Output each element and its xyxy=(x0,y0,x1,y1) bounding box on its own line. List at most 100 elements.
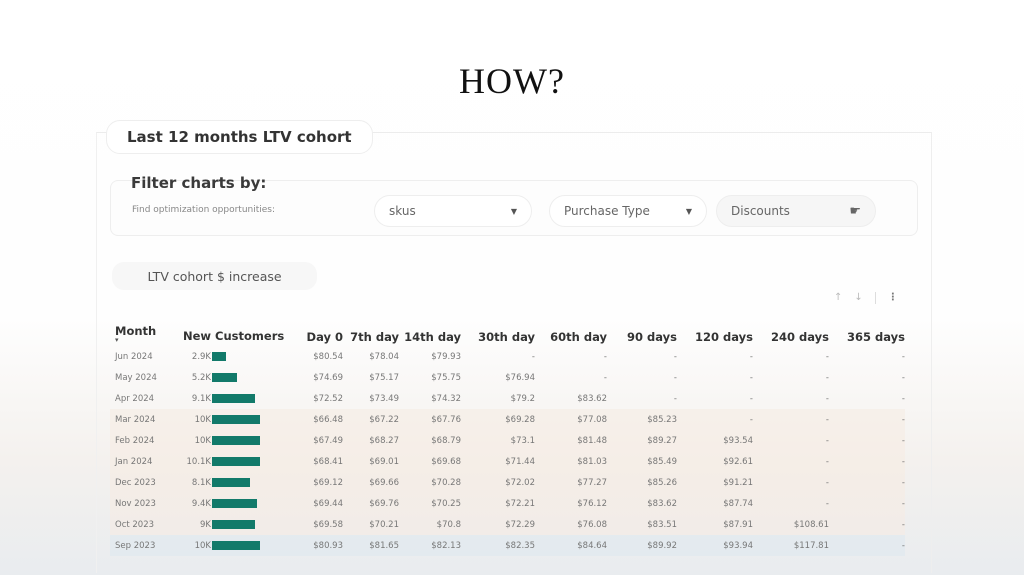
cell-ltv-value: $69.28 xyxy=(505,414,535,425)
new-customers-bar xyxy=(212,373,237,382)
table-row: May 2024 5.2K $74.69 $75.17 $75.75 $76.94 - - - -… xyxy=(110,367,905,388)
chevron-down-icon: ▼ xyxy=(510,206,517,216)
new-customers-value: 5.2K xyxy=(191,372,211,383)
cell-ltv-value: $70.25 xyxy=(431,498,461,509)
new-customers-value: 10.1K xyxy=(186,456,212,467)
cell-new-customers: 9K xyxy=(183,514,295,535)
cell-month: Jun 2024 xyxy=(115,351,153,362)
cell-ltv-value: $70.8 xyxy=(436,519,461,530)
table-row: Oct 2023 9K $69.58 $70.21 $70.8 $72.29 $76.08 $… xyxy=(110,514,905,535)
cell-ltv-value: - xyxy=(603,372,607,383)
cell-ltv-value: $67.49 xyxy=(313,435,343,446)
cell-ltv-value: - xyxy=(749,372,753,383)
header-90-days[interactable]: 90 days xyxy=(607,312,677,346)
cell-ltv-value: $82.13 xyxy=(431,540,461,551)
cell-ltv-value: $78.04 xyxy=(369,351,399,362)
cell-ltv-value: - xyxy=(749,393,753,404)
cell-ltv-value: $70.21 xyxy=(369,519,399,530)
new-customers-value: 10K xyxy=(194,540,211,551)
header-new-customers[interactable]: New Customers xyxy=(183,312,295,346)
cell-ltv-value: $68.79 xyxy=(431,435,461,446)
cell-ltv-value: $79.2 xyxy=(510,393,535,404)
cell-ltv-value: - xyxy=(673,351,677,362)
new-customers-bar xyxy=(212,520,255,529)
cell-ltv-value: - xyxy=(531,351,535,362)
cell-ltv-value: $74.32 xyxy=(431,393,461,404)
header-120-days[interactable]: 120 days xyxy=(677,312,753,346)
table-row: Mar 2024 10K $66.48 $67.22 $67.76 $69.28 $77.0… xyxy=(110,409,905,430)
cell-ltv-value: $71.44 xyxy=(505,456,535,467)
cell-ltv-value: $73.49 xyxy=(369,393,399,404)
cell-ltv-value: $83.51 xyxy=(647,519,677,530)
header-7th-day[interactable]: 7th day xyxy=(343,312,399,346)
more-options-icon[interactable]: ⋮ xyxy=(888,292,898,304)
cell-ltv-value: - xyxy=(901,519,905,530)
cell-ltv-value: $69.12 xyxy=(313,477,343,488)
cell-ltv-value: $80.93 xyxy=(313,540,343,551)
header-365-days[interactable]: 365 days xyxy=(829,312,905,346)
cell-month: Mar 2024 xyxy=(115,414,156,425)
new-customers-value: 2.9K xyxy=(191,351,211,362)
cell-new-customers: 2.9K xyxy=(183,346,295,367)
cell-ltv-value: $75.75 xyxy=(431,372,461,383)
table-row: Dec 2023 8.1K $69.12 $69.66 $70.28 $72.02 $77.… xyxy=(110,472,905,493)
view-toggle-ltv-increase[interactable]: LTV cohort $ increase xyxy=(112,262,317,290)
section-title: Last 12 months LTV cohort xyxy=(106,120,373,154)
cell-ltv-value: $69.01 xyxy=(369,456,399,467)
cell-ltv-value: - xyxy=(749,351,753,362)
header-day0[interactable]: Day 0 xyxy=(295,312,343,346)
cell-month: Feb 2024 xyxy=(115,435,155,446)
sort-down-icon[interactable]: ↓ xyxy=(854,292,862,304)
cell-ltv-value: $79.93 xyxy=(431,351,461,362)
cell-ltv-value: $66.48 xyxy=(313,414,343,425)
cell-ltv-value: $93.54 xyxy=(723,435,753,446)
cell-month: Dec 2023 xyxy=(115,477,156,488)
new-customers-bar xyxy=(212,415,260,424)
discounts-dropdown[interactable]: Discounts ☛ xyxy=(716,195,876,227)
skus-dropdown[interactable]: skus ▼ xyxy=(374,195,532,227)
cell-ltv-value: - xyxy=(825,351,829,362)
cell-new-customers: 9.4K xyxy=(183,493,295,514)
cell-ltv-value: $69.44 xyxy=(313,498,343,509)
new-customers-bar xyxy=(212,394,255,403)
sort-up-icon[interactable]: ↑ xyxy=(834,292,842,304)
cell-ltv-value: - xyxy=(825,435,829,446)
cell-ltv-value: $73.1 xyxy=(510,435,535,446)
chevron-down-icon: ▼ xyxy=(685,206,692,216)
cell-ltv-value: - xyxy=(825,393,829,404)
purchase-type-dropdown[interactable]: Purchase Type ▼ xyxy=(549,195,707,227)
cell-month: Nov 2023 xyxy=(115,498,156,509)
cell-ltv-value: $72.52 xyxy=(313,393,343,404)
cell-ltv-value: - xyxy=(825,456,829,467)
cell-ltv-value: - xyxy=(901,435,905,446)
cell-ltv-value: - xyxy=(825,498,829,509)
header-60th-day[interactable]: 60th day xyxy=(535,312,607,346)
new-customers-bar xyxy=(212,541,260,550)
discounts-dropdown-value: Discounts xyxy=(731,204,790,218)
cell-ltv-value: - xyxy=(901,498,905,509)
header-240-days[interactable]: 240 days xyxy=(753,312,829,346)
cell-ltv-value: $69.66 xyxy=(369,477,399,488)
cell-ltv-value: $80.54 xyxy=(313,351,343,362)
cell-ltv-value: $67.22 xyxy=(369,414,399,425)
cell-month: Jan 2024 xyxy=(115,456,153,467)
cell-ltv-value: $74.69 xyxy=(313,372,343,383)
table-row: Jun 2024 2.9K $80.54 $78.04 $79.93 - - - - - - xyxy=(110,346,905,367)
new-customers-bar xyxy=(212,499,257,508)
table-row: Jan 2024 10.1K $68.41 $69.01 $69.68 $71.44 $81… xyxy=(110,451,905,472)
header-month[interactable]: Month ▾ xyxy=(110,312,183,346)
new-customers-bar xyxy=(212,352,226,361)
cell-ltv-value: $68.27 xyxy=(369,435,399,446)
cell-ltv-value: $82.35 xyxy=(505,540,535,551)
cell-ltv-value: $83.62 xyxy=(647,498,677,509)
header-30th-day[interactable]: 30th day xyxy=(461,312,535,346)
new-customers-value: 10K xyxy=(194,435,211,446)
cell-ltv-value: - xyxy=(673,393,677,404)
cell-ltv-value: $85.26 xyxy=(647,477,677,488)
cell-ltv-value: $77.08 xyxy=(577,414,607,425)
cell-ltv-value: $77.27 xyxy=(577,477,607,488)
slide-headline: HOW? xyxy=(459,61,565,101)
cell-new-customers: 10K xyxy=(183,430,295,451)
header-14th-day[interactable]: 14th day xyxy=(399,312,461,346)
pointer-cursor-icon: ☛ xyxy=(849,203,861,219)
